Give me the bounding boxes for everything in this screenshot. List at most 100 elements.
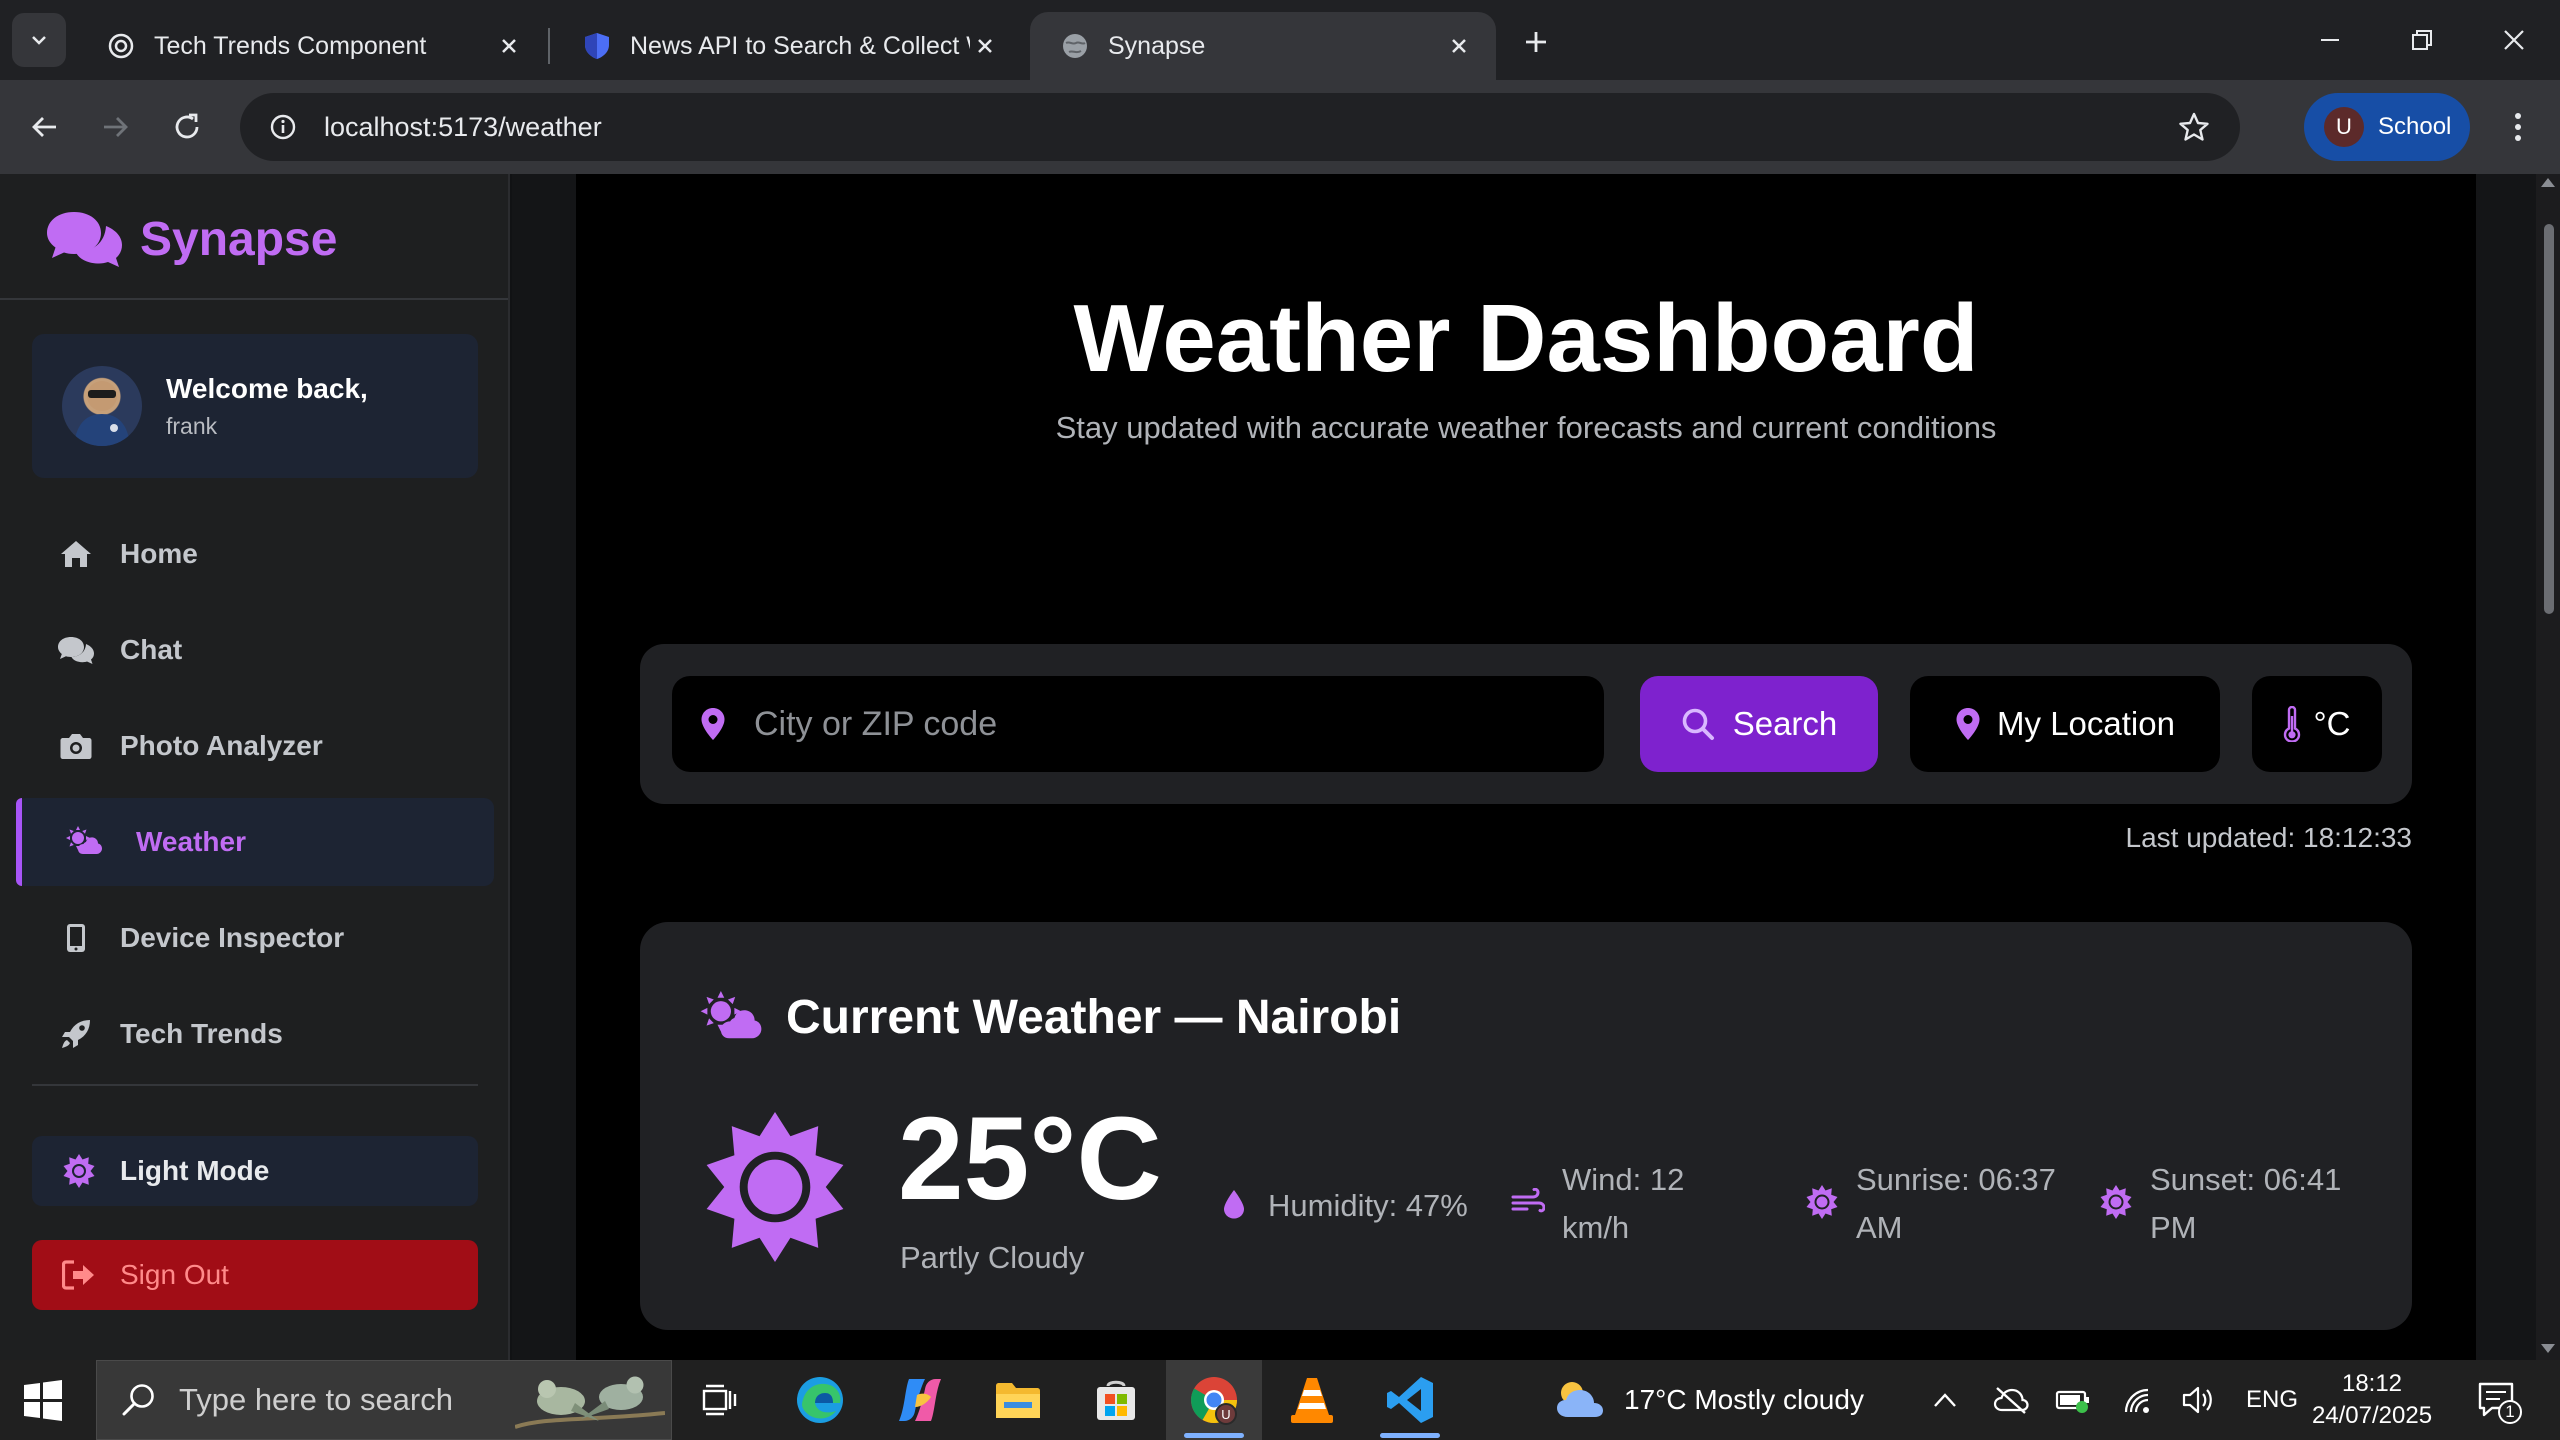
taskbar-app-store[interactable]: [1068, 1360, 1164, 1440]
input-language-indicator[interactable]: ENG: [2246, 1360, 2298, 1440]
weather-icon: [66, 824, 102, 860]
browser-tab-0[interactable]: Tech Trends Component: [76, 12, 546, 80]
taskbar-app-edge[interactable]: [772, 1360, 868, 1440]
taskbar-app-chrome[interactable]: U: [1166, 1360, 1262, 1440]
tab-search-button[interactable]: [12, 13, 66, 67]
kebab-menu-icon: [2515, 113, 2521, 141]
reload-icon: [175, 113, 199, 139]
page-scrollbar[interactable]: [2536, 174, 2560, 1360]
back-button[interactable]: [20, 102, 70, 152]
vlc-cone-icon: [1291, 1378, 1333, 1423]
taskbar-app-copilot[interactable]: [872, 1360, 968, 1440]
chevron-up-icon: [1934, 1393, 1956, 1407]
my-location-button[interactable]: My Location: [1910, 676, 2220, 772]
onedrive-tray-icon[interactable]: [1988, 1360, 2034, 1440]
weather-icon: [700, 990, 762, 1045]
browser-tab-1[interactable]: News API to Search & Collect W: [552, 12, 1022, 80]
open-app-indicator: [1380, 1433, 1440, 1438]
taskbar-app-file-explorer[interactable]: [970, 1360, 1066, 1440]
sidebar-item-tech-trends[interactable]: Tech Trends: [16, 990, 494, 1078]
light-mode-toggle[interactable]: Light Mode: [32, 1136, 478, 1206]
tab-title: Synapse: [1108, 31, 1206, 60]
wind-icon: [1510, 1180, 1546, 1224]
show-hidden-icons-button[interactable]: [1922, 1360, 1968, 1440]
city-search-field[interactable]: [672, 676, 1604, 772]
close-icon[interactable]: [1444, 31, 1474, 61]
taskbar-search-placeholder: Type here to search: [179, 1382, 453, 1417]
taskbar-weather-widget[interactable]: 17°C Mostly cloudy: [1552, 1360, 1864, 1440]
browser-toolbar: localhost:5173/weather U School: [0, 80, 2560, 174]
search-panel: Search My Location °C: [640, 644, 2412, 804]
taskbar-app-vlc[interactable]: [1264, 1360, 1360, 1440]
map-pin-icon: [1955, 707, 1981, 741]
sidebar-nav: Home Chat Photo Analyzer Weather Device …: [16, 510, 494, 1086]
start-button[interactable]: [20, 1378, 66, 1424]
wind-value: Wind: 12: [1562, 1162, 1685, 1197]
close-icon[interactable]: [494, 31, 524, 61]
cloud-off-icon: [1993, 1387, 2029, 1414]
browser-tab-2[interactable]: Synapse: [1030, 12, 1496, 80]
browser-menu-button[interactable]: [2496, 102, 2540, 152]
scrollbar-thumb[interactable]: [2544, 224, 2554, 614]
page-title: Weather Dashboard: [1073, 285, 1979, 392]
taskbar-app-vscode[interactable]: [1362, 1360, 1458, 1440]
sun-icon: [62, 1154, 96, 1188]
scroll-down-arrow-icon[interactable]: [2541, 1344, 2555, 1353]
notification-count: 1: [2505, 1402, 2515, 1421]
city-search-input[interactable]: [754, 684, 1604, 764]
close-window-button[interactable]: [2484, 14, 2544, 66]
battery-charging-icon: [2055, 1390, 2089, 1413]
current-weather-card: Current Weather — Nairobi 25°C Partly Cl…: [640, 922, 2412, 1330]
droplet-icon: [1216, 1182, 1252, 1226]
sign-out-icon: [62, 1260, 96, 1290]
profile-button[interactable]: U School: [2304, 93, 2470, 161]
network-tray-icon[interactable]: [2116, 1360, 2162, 1440]
avatar: U: [2324, 107, 2364, 147]
reload-button[interactable]: [162, 102, 212, 152]
wind-text: Wind: 12 km/h: [1562, 1156, 1684, 1252]
bookmark-star-icon[interactable]: [2166, 99, 2222, 155]
plus-icon: [1526, 32, 1546, 52]
sidebar-item-label: Device Inspector: [120, 922, 345, 953]
arrow-right-icon: [104, 117, 128, 137]
minimize-button[interactable]: [2300, 14, 2360, 66]
wind-unit: km/h: [1562, 1210, 1630, 1245]
sidebar-item-weather[interactable]: Weather: [16, 798, 494, 886]
arrow-left-icon: [32, 117, 56, 137]
sidebar-item-photo-analyzer[interactable]: Photo Analyzer: [16, 702, 494, 790]
sidebar-item-device-inspector[interactable]: Device Inspector: [16, 894, 494, 982]
volume-tray-icon[interactable]: [2176, 1360, 2222, 1440]
scroll-up-arrow-icon[interactable]: [2541, 178, 2555, 187]
close-icon: [2504, 30, 2524, 50]
shield-icon: [585, 33, 609, 59]
my-location-label: My Location: [1997, 705, 2175, 742]
sidebar-item-label: Photo Analyzer: [120, 730, 323, 761]
mobile-icon: [58, 920, 94, 956]
address-bar[interactable]: localhost:5173/weather: [240, 93, 2240, 161]
search-button[interactable]: Search: [1640, 676, 1878, 772]
sidebar-item-home[interactable]: Home: [16, 510, 494, 598]
unit-toggle-button[interactable]: °C: [2252, 676, 2382, 772]
new-tab-button[interactable]: [1514, 20, 1558, 64]
divider: [0, 298, 508, 300]
close-icon[interactable]: [970, 31, 1000, 61]
sign-out-button[interactable]: Sign Out: [32, 1240, 478, 1310]
task-view-button[interactable]: [672, 1360, 768, 1440]
birds-illustration-icon: [515, 1365, 665, 1437]
sun-icon: [2098, 1180, 2134, 1224]
humidity-text: Humidity: 47%: [1268, 1188, 1468, 1223]
user-avatar: [62, 366, 142, 446]
notification-center-button[interactable]: 1: [2474, 1376, 2524, 1426]
sidebar-item-label: Weather: [136, 826, 246, 857]
site-info-icon[interactable]: [258, 102, 308, 152]
windows-taskbar: Type here to search U 17°C Mostly cloudy: [0, 1360, 2560, 1440]
welcome-card: Welcome back, frank: [32, 334, 478, 478]
sidebar-item-chat[interactable]: Chat: [16, 606, 494, 694]
forward-button[interactable]: [90, 102, 140, 152]
restore-button[interactable]: [2392, 14, 2452, 66]
battery-tray-icon[interactable]: [2050, 1360, 2096, 1440]
brand-logo[interactable]: Synapse: [46, 204, 337, 274]
taskbar-search-box[interactable]: Type here to search: [96, 1360, 672, 1440]
taskbar-clock[interactable]: 18:12 24/07/2025: [2310, 1368, 2434, 1432]
sun-icon: [700, 1112, 850, 1262]
